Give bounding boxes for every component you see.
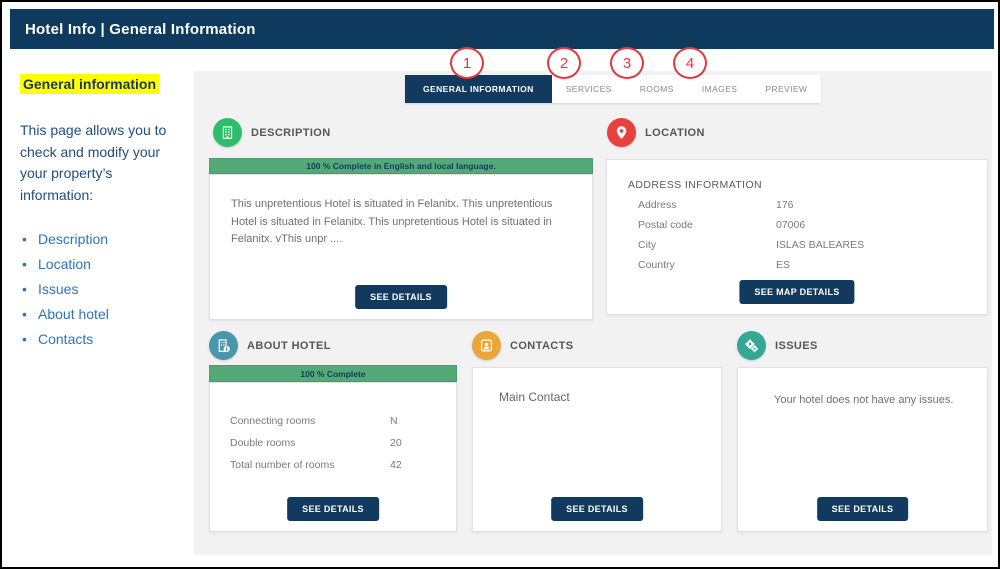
callout-circle-2: 2: [547, 47, 581, 79]
description-text: This unpretentious Hotel is situated in …: [231, 196, 575, 249]
see-map-details-button[interactable]: SEE MAP DETAILS: [739, 280, 854, 304]
sidebar-heading: General information: [20, 74, 159, 94]
tab-general-information[interactable]: GENERAL INFORMATION: [405, 75, 552, 103]
list-item: Location: [20, 256, 186, 272]
main-contact-text: Main Contact: [499, 388, 570, 407]
callout-circle-4: 4: [673, 47, 707, 79]
issues-card-title: ISSUES: [775, 340, 818, 352]
gears-icon: [737, 331, 766, 360]
description-see-details-button[interactable]: SEE DETAILS: [355, 285, 447, 309]
contacts-card-header: CONTACTS: [472, 331, 574, 360]
country-row: Country ES: [628, 259, 968, 271]
total-rooms-row: Total number of rooms 42: [230, 459, 440, 471]
description-card-header: DESCRIPTION: [213, 118, 331, 147]
issues-card-header: ISSUES: [737, 331, 818, 360]
city-row: City ISLAS BALEARES: [628, 239, 968, 251]
location-card-header: LOCATION: [607, 118, 705, 147]
connecting-rooms-row: Connecting rooms N: [230, 415, 440, 427]
no-issues-text: Your hotel does not have any issues.: [774, 392, 953, 410]
list-item: About hotel: [20, 306, 186, 322]
contacts-card: Main Contact SEE DETAILS: [472, 367, 722, 532]
hotel-info-icon: [209, 331, 238, 360]
address-information-heading: ADDRESS INFORMATION: [628, 179, 968, 191]
tab-services[interactable]: SERVICES: [552, 75, 626, 103]
contact-card-icon: [472, 331, 501, 360]
contacts-card-title: CONTACTS: [510, 340, 574, 352]
sidebar-bullet-list: Description Location Issues About hotel …: [20, 231, 186, 347]
about-hotel-see-details-button[interactable]: SEE DETAILS: [287, 497, 379, 521]
page-header: Hotel Info | General Information: [10, 9, 994, 49]
building-icon: [213, 118, 242, 147]
issues-see-details-button[interactable]: SEE DETAILS: [817, 497, 909, 521]
issues-card: Your hotel does not have any issues. SEE…: [737, 367, 988, 532]
list-item: Description: [20, 231, 186, 247]
tab-preview[interactable]: PREVIEW: [751, 75, 821, 103]
about-hotel-card-title: ABOUT HOTEL: [247, 340, 331, 352]
tab-images[interactable]: IMAGES: [688, 75, 751, 103]
instructions-sidebar: General information This page allows you…: [20, 74, 186, 356]
description-card: This unpretentious Hotel is situated in …: [209, 174, 593, 320]
postal-code-row: Postal code 07006: [628, 219, 968, 231]
callout-circle-1: 1: [450, 47, 484, 79]
about-hotel-card-header: ABOUT HOTEL: [209, 331, 331, 360]
double-rooms-row: Double rooms 20: [230, 437, 440, 449]
callout-circle-3: 3: [610, 47, 644, 79]
about-hotel-complete-banner: 100 % Complete: [209, 365, 457, 382]
hotel-info-page: { "header": { "title": "Hotel Info | Gen…: [0, 0, 1000, 569]
map-pin-icon: [607, 118, 636, 147]
tab-rooms[interactable]: ROOMS: [626, 75, 688, 103]
location-card: ADDRESS INFORMATION Address 176 Postal c…: [606, 159, 988, 315]
tab-bar: GENERAL INFORMATION SERVICES ROOMS IMAGE…: [405, 75, 821, 103]
description-complete-banner: 100 % Complete in English and local lang…: [209, 158, 593, 174]
sidebar-intro-text: This page allows you to check and modify…: [20, 120, 186, 207]
about-hotel-card: Connecting rooms N Double rooms 20 Total…: [209, 382, 457, 532]
list-item: Contacts: [20, 331, 186, 347]
description-card-title: DESCRIPTION: [251, 127, 331, 139]
location-card-title: LOCATION: [645, 127, 705, 139]
list-item: Issues: [20, 281, 186, 297]
address-row: Address 176: [628, 199, 968, 211]
page-title: Hotel Info | General Information: [10, 21, 256, 38]
contacts-see-details-button[interactable]: SEE DETAILS: [551, 497, 643, 521]
